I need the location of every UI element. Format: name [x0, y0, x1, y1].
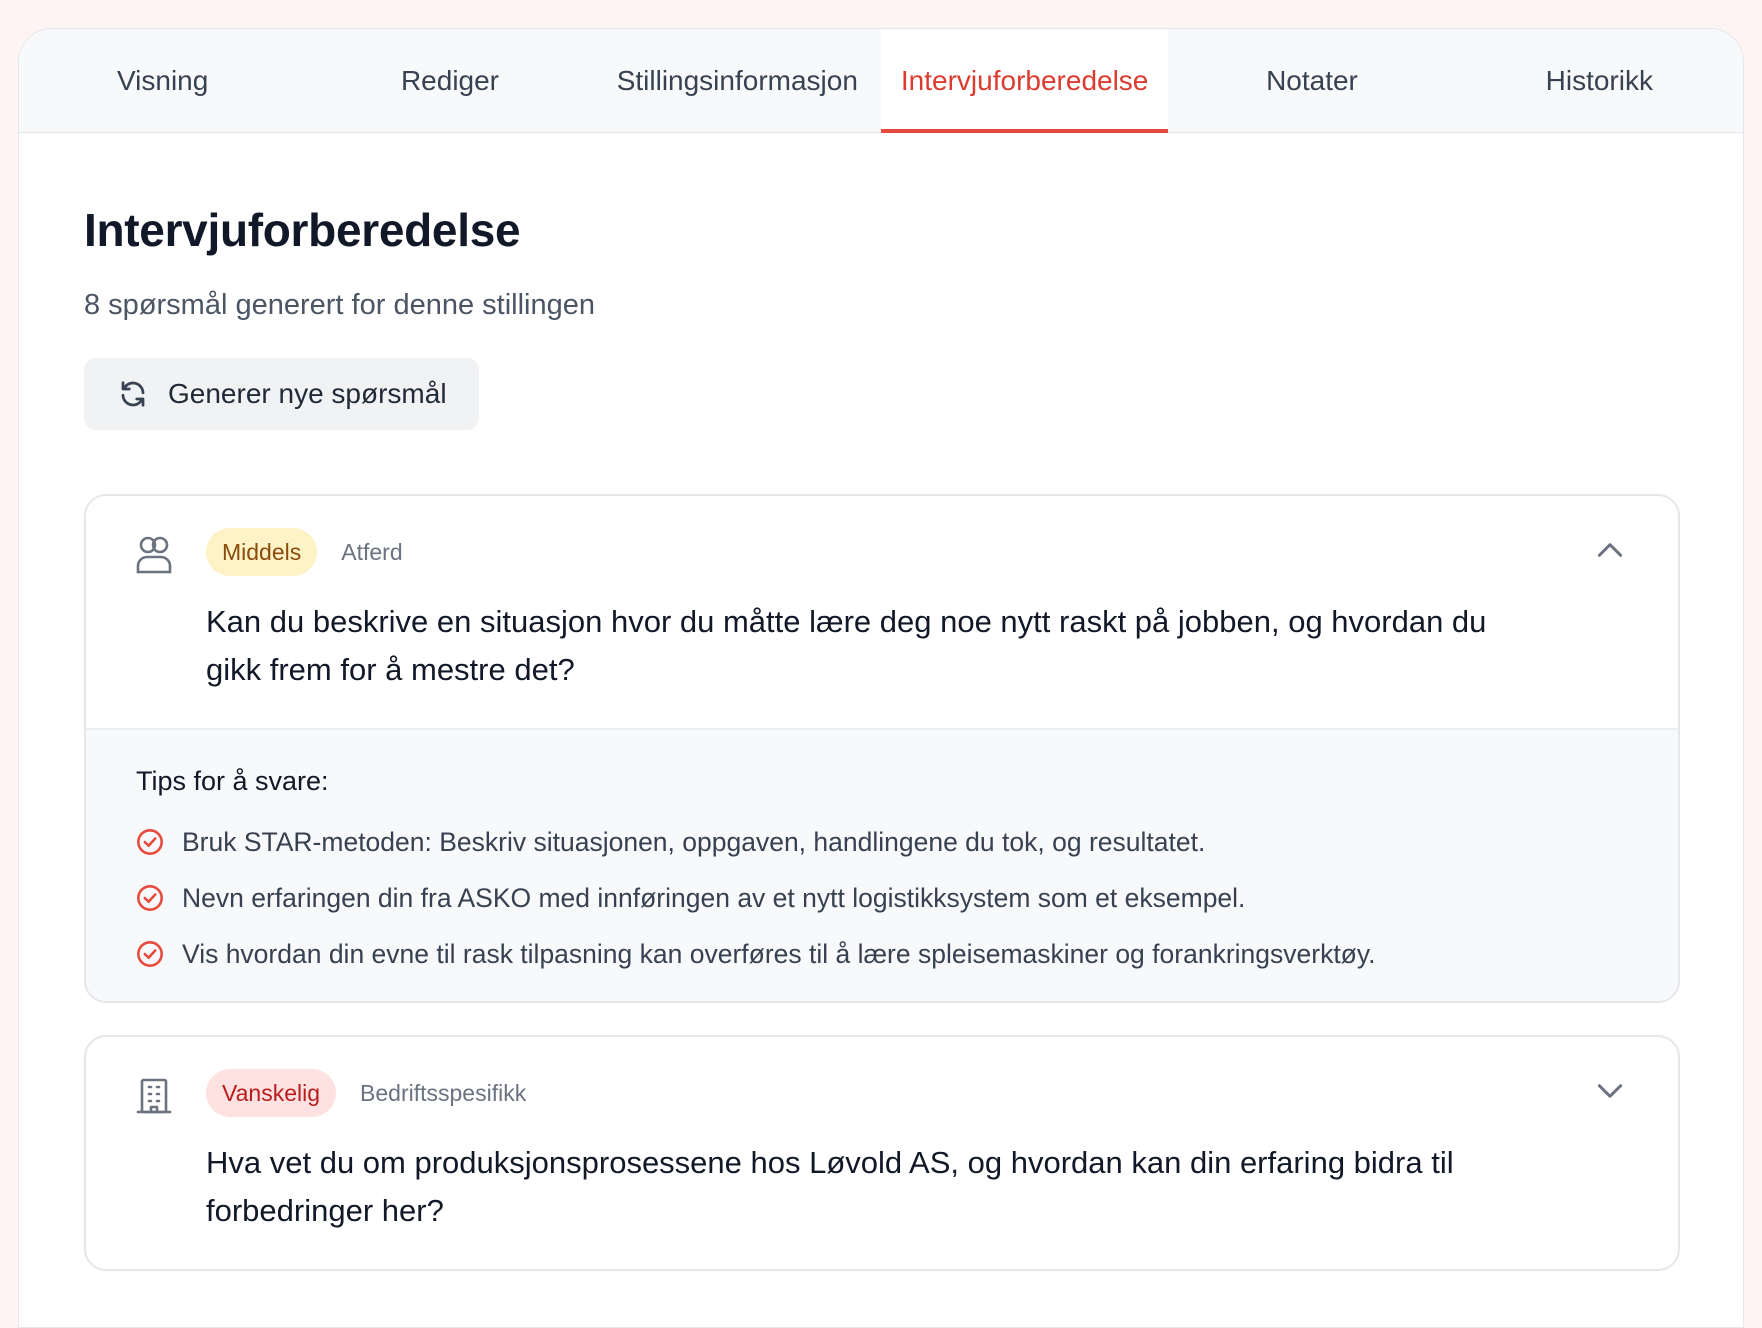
tips-panel: Tips for å svare: Bruk STAR-metoden: Bes… — [86, 728, 1678, 1001]
refresh-icon — [121, 381, 145, 407]
tab-intervjuforberedelse[interactable]: Intervjuforberedelse — [880, 29, 1169, 133]
tip-text: Nevn erfaringen din fra ASKO med innføri… — [182, 882, 1246, 913]
difficulty-badge: Vanskelig — [206, 1069, 337, 1117]
tab-historikk[interactable]: Historikk — [1456, 29, 1743, 132]
building-icon — [136, 1078, 172, 1114]
tip-item: Vis hvordan din evne til rask tilpasning… — [136, 937, 1628, 971]
tip-text: Vis hvordan din evne til rask tilpasning… — [182, 938, 1376, 969]
check-circle-icon — [137, 829, 163, 855]
tip-item: Nevn erfaringen din fra ASKO med innføri… — [136, 881, 1628, 915]
question-card: Vanskelig Bedriftsspesifikk Hva vet du o… — [84, 1035, 1680, 1271]
question-text: Kan du beskrive en situasjon hvor du måt… — [206, 604, 1487, 687]
main-content: Intervjuforberedelse 8 spørsmål generert… — [19, 203, 1743, 1271]
question-header[interactable]: Middels Atferd Kan du beskrive en situas… — [86, 496, 1678, 728]
category-label: Atferd — [341, 538, 403, 565]
users-icon — [136, 536, 172, 574]
tab-notater[interactable]: Notater — [1168, 29, 1455, 132]
category-label: Bedriftsspesifikk — [360, 1079, 527, 1106]
tab-bar: Visning Rediger Stillingsinformasjon Int… — [19, 29, 1743, 133]
regenerate-button[interactable]: Generer nye spørsmål — [84, 358, 479, 430]
question-meta: Vanskelig Bedriftsspesifikk — [206, 1069, 1558, 1117]
app-window: Visning Rediger Stillingsinformasjon Int… — [18, 28, 1744, 1328]
question-text: Hva vet du om produksjonsprosessene hos … — [206, 1145, 1454, 1228]
tip-item: Bruk STAR-metoden: Beskriv situasjonen, … — [136, 825, 1628, 859]
question-header[interactable]: Vanskelig Bedriftsspesifikk Hva vet du o… — [86, 1037, 1678, 1269]
tab-visning[interactable]: Visning — [19, 29, 306, 132]
difficulty-badge: Middels — [206, 528, 318, 576]
regenerate-button-label: Generer nye spørsmål — [168, 378, 447, 409]
chevron-down-icon[interactable] — [1594, 1075, 1626, 1107]
tips-title: Tips for å svare: — [136, 766, 329, 796]
tab-stillingsinformasjon[interactable]: Stillingsinformasjon — [594, 29, 881, 132]
tip-text: Bruk STAR-metoden: Beskriv situasjonen, … — [182, 826, 1206, 857]
question-meta: Middels Atferd — [206, 528, 1558, 576]
page-subtitle: 8 spørsmål generert for denne stillingen — [84, 289, 595, 321]
question-card: Middels Atferd Kan du beskrive en situas… — [84, 494, 1680, 1003]
check-circle-icon — [137, 941, 163, 967]
check-circle-icon — [137, 885, 163, 911]
page-title: Intervjuforberedelse — [84, 204, 521, 256]
chevron-up-icon[interactable] — [1594, 534, 1626, 566]
tab-rediger[interactable]: Rediger — [306, 29, 593, 132]
